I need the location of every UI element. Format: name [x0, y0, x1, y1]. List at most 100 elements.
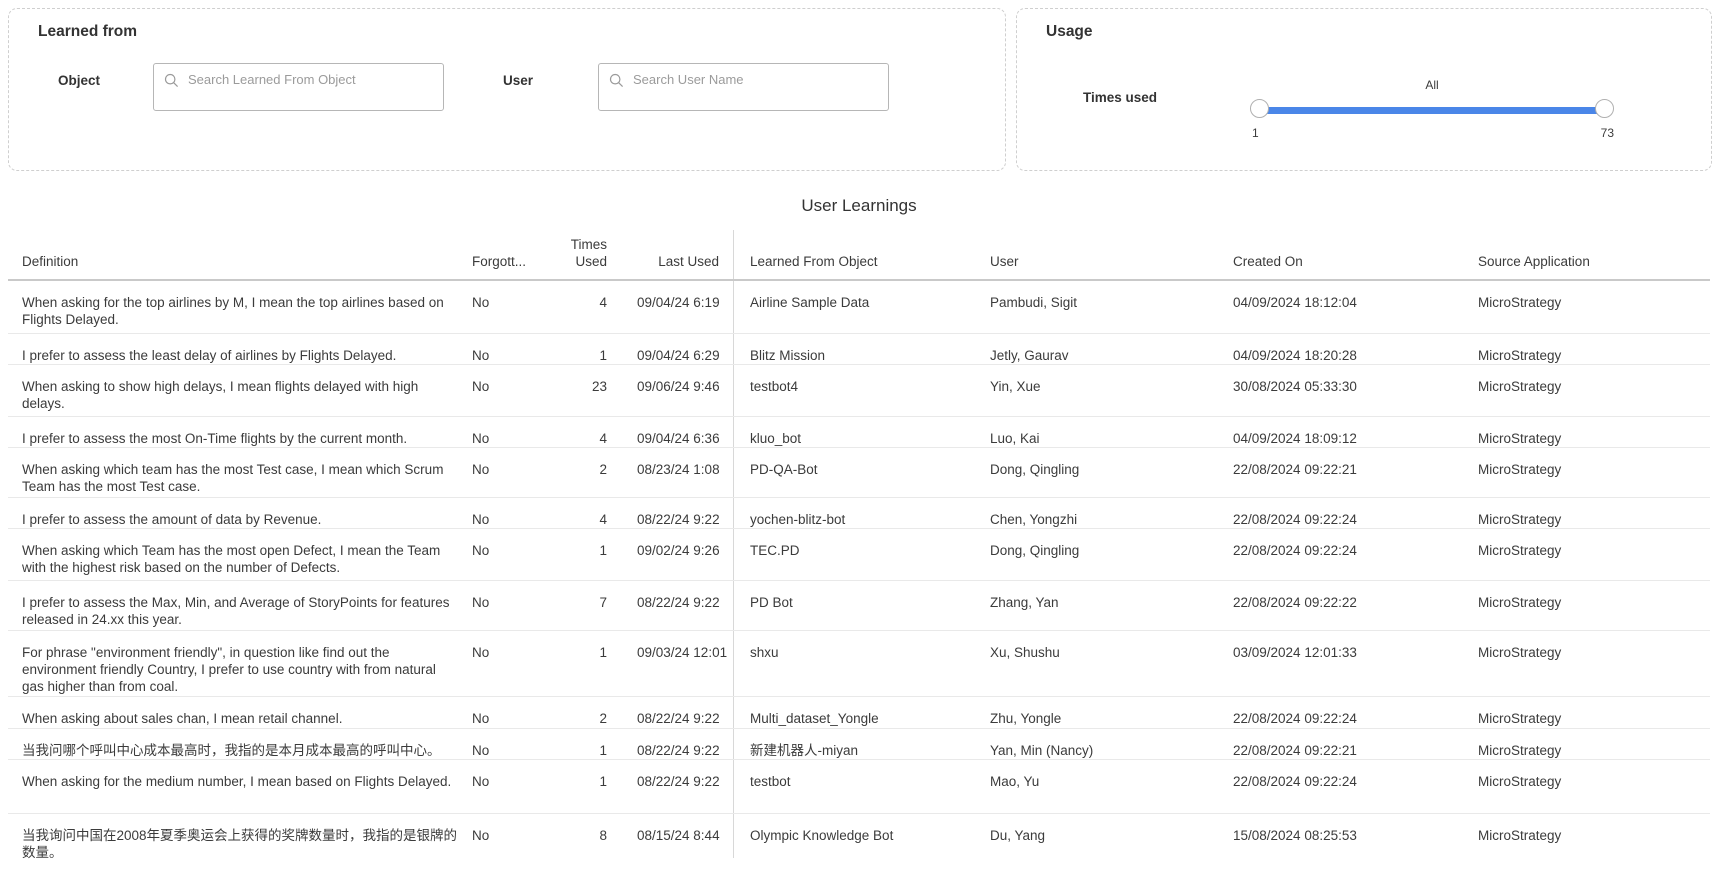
cell-times-used: 8 — [547, 814, 607, 844]
cell-definition: I prefer to assess the Max, Min, and Ave… — [8, 581, 472, 628]
cell-times-used: 7 — [547, 581, 607, 611]
table-row[interactable]: When asking for the medium number, I mea… — [8, 760, 1710, 814]
user-search-box — [598, 63, 889, 111]
slider-track[interactable] — [1258, 107, 1606, 114]
table-row[interactable]: 当我问哪个呼叫中心成本最高时，我指的是本月成本最高的呼叫中心。 No 1 08/… — [8, 729, 1710, 760]
cell-user: Luo, Kai — [985, 417, 1233, 447]
cell-forgotten: No — [472, 448, 547, 478]
cell-forgotten: No — [472, 281, 547, 311]
cell-last-used: 08/23/24 1:08 — [607, 448, 733, 478]
cell-created-on: 04/09/2024 18:12:04 — [1233, 281, 1478, 311]
cell-last-used: 08/22/24 9:22 — [607, 581, 733, 611]
cell-last-used: 08/22/24 9:22 — [607, 697, 733, 727]
cell-source-application: MicroStrategy — [1478, 697, 1710, 727]
cell-forgotten: No — [472, 631, 547, 661]
cell-learned-from-object: 新建机器人-miyan — [733, 729, 985, 759]
table-row[interactable]: When asking which team has the most Test… — [8, 448, 1710, 498]
cell-last-used: 08/22/24 9:22 — [607, 760, 733, 790]
cell-definition: 当我问哪个呼叫中心成本最高时，我指的是本月成本最高的呼叫中心。 — [8, 729, 472, 759]
cell-user: Yan, Min (Nancy) — [985, 729, 1233, 759]
cell-user: Xu, Shushu — [985, 631, 1233, 661]
table-row[interactable]: I prefer to assess the least delay of ai… — [8, 334, 1710, 365]
cell-times-used: 1 — [547, 729, 607, 759]
cell-learned-from-object: testbot — [733, 760, 985, 790]
cell-definition: For phrase "environment friendly", in qu… — [8, 631, 472, 695]
table-row[interactable]: For phrase "environment friendly", in qu… — [8, 631, 1710, 697]
cell-learned-from-object: kluo_bot — [733, 417, 985, 447]
table-row[interactable]: I prefer to assess the most On-Time flig… — [8, 417, 1710, 448]
header-definition[interactable]: Definition — [8, 253, 472, 279]
user-learnings-grid: Definition Forgott... Times Used Last Us… — [8, 230, 1710, 873]
cell-forgotten: No — [472, 417, 547, 447]
slider-handle-min[interactable] — [1250, 99, 1269, 118]
cell-forgotten: No — [472, 729, 547, 759]
cell-definition: When asking for the medium number, I mea… — [8, 760, 472, 790]
header-last-used[interactable]: Last Used — [607, 253, 733, 279]
object-label: Object — [58, 73, 100, 88]
cell-source-application: MicroStrategy — [1478, 529, 1710, 559]
cell-definition: When asking for the top airlines by M, I… — [8, 281, 472, 328]
cell-learned-from-object: TEC.PD — [733, 529, 985, 559]
object-search-box — [153, 63, 444, 111]
cell-source-application: MicroStrategy — [1478, 365, 1710, 395]
cell-times-used: 1 — [547, 529, 607, 559]
cell-user: Pambudi, Sigit — [985, 281, 1233, 311]
cell-definition: I prefer to assess the amount of data by… — [8, 498, 472, 528]
cell-learned-from-object: Multi_dataset_Yongle — [733, 697, 985, 727]
cell-definition: I prefer to assess the most On-Time flig… — [8, 417, 472, 447]
cell-created-on: 04/09/2024 18:09:12 — [1233, 417, 1478, 447]
table-header-row: Definition Forgott... Times Used Last Us… — [8, 230, 1710, 281]
cell-forgotten: No — [472, 760, 547, 790]
times-used-label: Times used — [1083, 90, 1157, 105]
cell-definition: When asking which Team has the most open… — [8, 529, 472, 576]
table-row[interactable]: I prefer to assess the Max, Min, and Ave… — [8, 581, 1710, 631]
cell-source-application: MicroStrategy — [1478, 760, 1710, 790]
object-search-input[interactable] — [153, 63, 444, 111]
cell-created-on: 22/08/2024 09:22:21 — [1233, 448, 1478, 478]
cell-source-application: MicroStrategy — [1478, 417, 1710, 447]
cell-definition: When asking about sales chan, I mean ret… — [8, 697, 472, 727]
cell-created-on: 15/08/2024 08:25:53 — [1233, 814, 1478, 844]
cell-learned-from-object: yochen-blitz-bot — [733, 498, 985, 528]
slider-min-label: 1 — [1252, 126, 1259, 140]
times-used-slider: All 1 73 — [1250, 99, 1614, 141]
cell-source-application: MicroStrategy — [1478, 281, 1710, 311]
cell-learned-from-object: shxu — [733, 631, 985, 661]
cell-source-application: MicroStrategy — [1478, 814, 1710, 844]
cell-created-on: 22/08/2024 09:22:24 — [1233, 498, 1478, 528]
cell-times-used: 2 — [547, 448, 607, 478]
cell-last-used: 08/22/24 9:22 — [607, 729, 733, 759]
user-search-input[interactable] — [598, 63, 889, 111]
table-row[interactable]: When asking which Team has the most open… — [8, 529, 1710, 581]
cell-last-used: 08/22/24 9:22 — [607, 498, 733, 528]
cell-learned-from-object: Airline Sample Data — [733, 281, 985, 311]
cell-user: Du, Yang — [985, 814, 1233, 844]
cell-user: Yin, Xue — [985, 365, 1233, 395]
header-forgotten[interactable]: Forgott... — [472, 253, 547, 279]
cell-learned-from-object: Olympic Knowledge Bot — [733, 814, 985, 844]
cell-created-on: 22/08/2024 09:22:22 — [1233, 581, 1478, 611]
cell-user: Mao, Yu — [985, 760, 1233, 790]
header-times-used[interactable]: Times Used — [547, 236, 607, 279]
table-row[interactable]: When asking about sales chan, I mean ret… — [8, 697, 1710, 729]
table-row[interactable]: When asking to show high delays, I mean … — [8, 365, 1710, 417]
header-source-application[interactable]: Source Application — [1478, 253, 1710, 279]
cell-times-used: 4 — [547, 417, 607, 447]
table-row[interactable]: 当我询问中国在2008年夏季奥运会上获得的奖牌数量时，我指的是银牌的数量。 No… — [8, 814, 1710, 873]
header-learned-from-object[interactable]: Learned From Object — [733, 253, 985, 279]
cell-user: Chen, Yongzhi — [985, 498, 1233, 528]
cell-forgotten: No — [472, 334, 547, 364]
header-created-on[interactable]: Created On — [1233, 253, 1478, 279]
cell-created-on: 22/08/2024 09:22:24 — [1233, 697, 1478, 727]
slider-handle-max[interactable] — [1595, 99, 1614, 118]
learned-from-panel: Learned from Object User — [8, 8, 1006, 171]
cell-user: Zhang, Yan — [985, 581, 1233, 611]
cell-definition: When asking to show high delays, I mean … — [8, 365, 472, 412]
table-row[interactable]: I prefer to assess the amount of data by… — [8, 498, 1710, 529]
cell-forgotten: No — [472, 581, 547, 611]
learned-from-title: Learned from — [38, 23, 137, 41]
cell-created-on: 04/09/2024 18:20:28 — [1233, 334, 1478, 364]
table-row[interactable]: When asking for the top airlines by M, I… — [8, 281, 1710, 334]
header-user[interactable]: User — [985, 253, 1233, 279]
usage-title: Usage — [1046, 23, 1093, 41]
